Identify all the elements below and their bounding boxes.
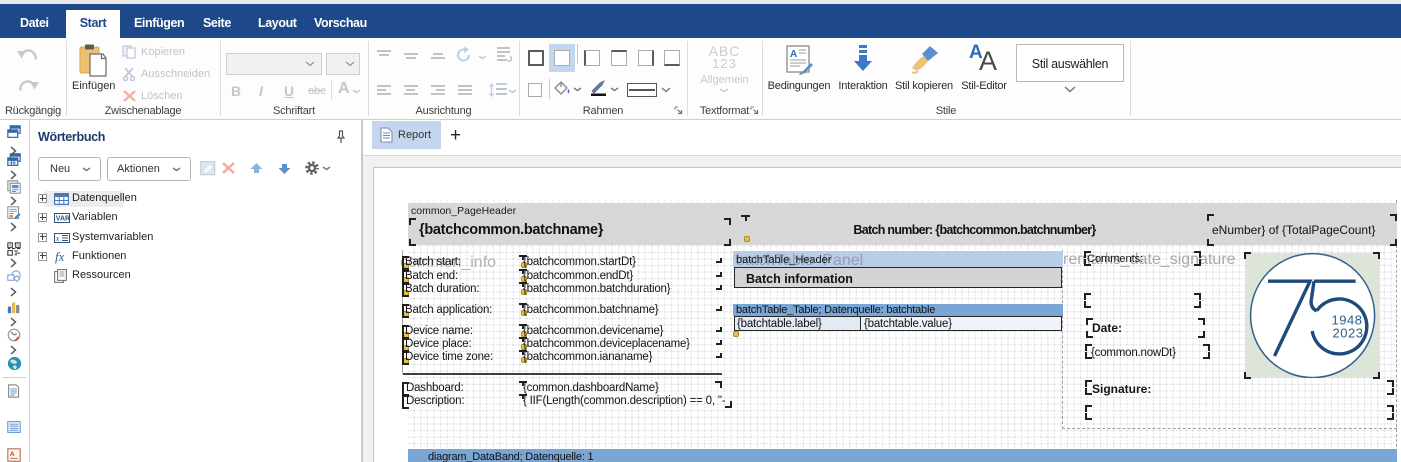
svg-text:x: x	[55, 233, 60, 242]
svg-text:A: A	[10, 451, 15, 458]
svg-text:2023: 2023	[1333, 326, 1364, 341]
svg-text:A: A	[790, 49, 797, 60]
svg-text:VAR: VAR	[56, 216, 70, 223]
